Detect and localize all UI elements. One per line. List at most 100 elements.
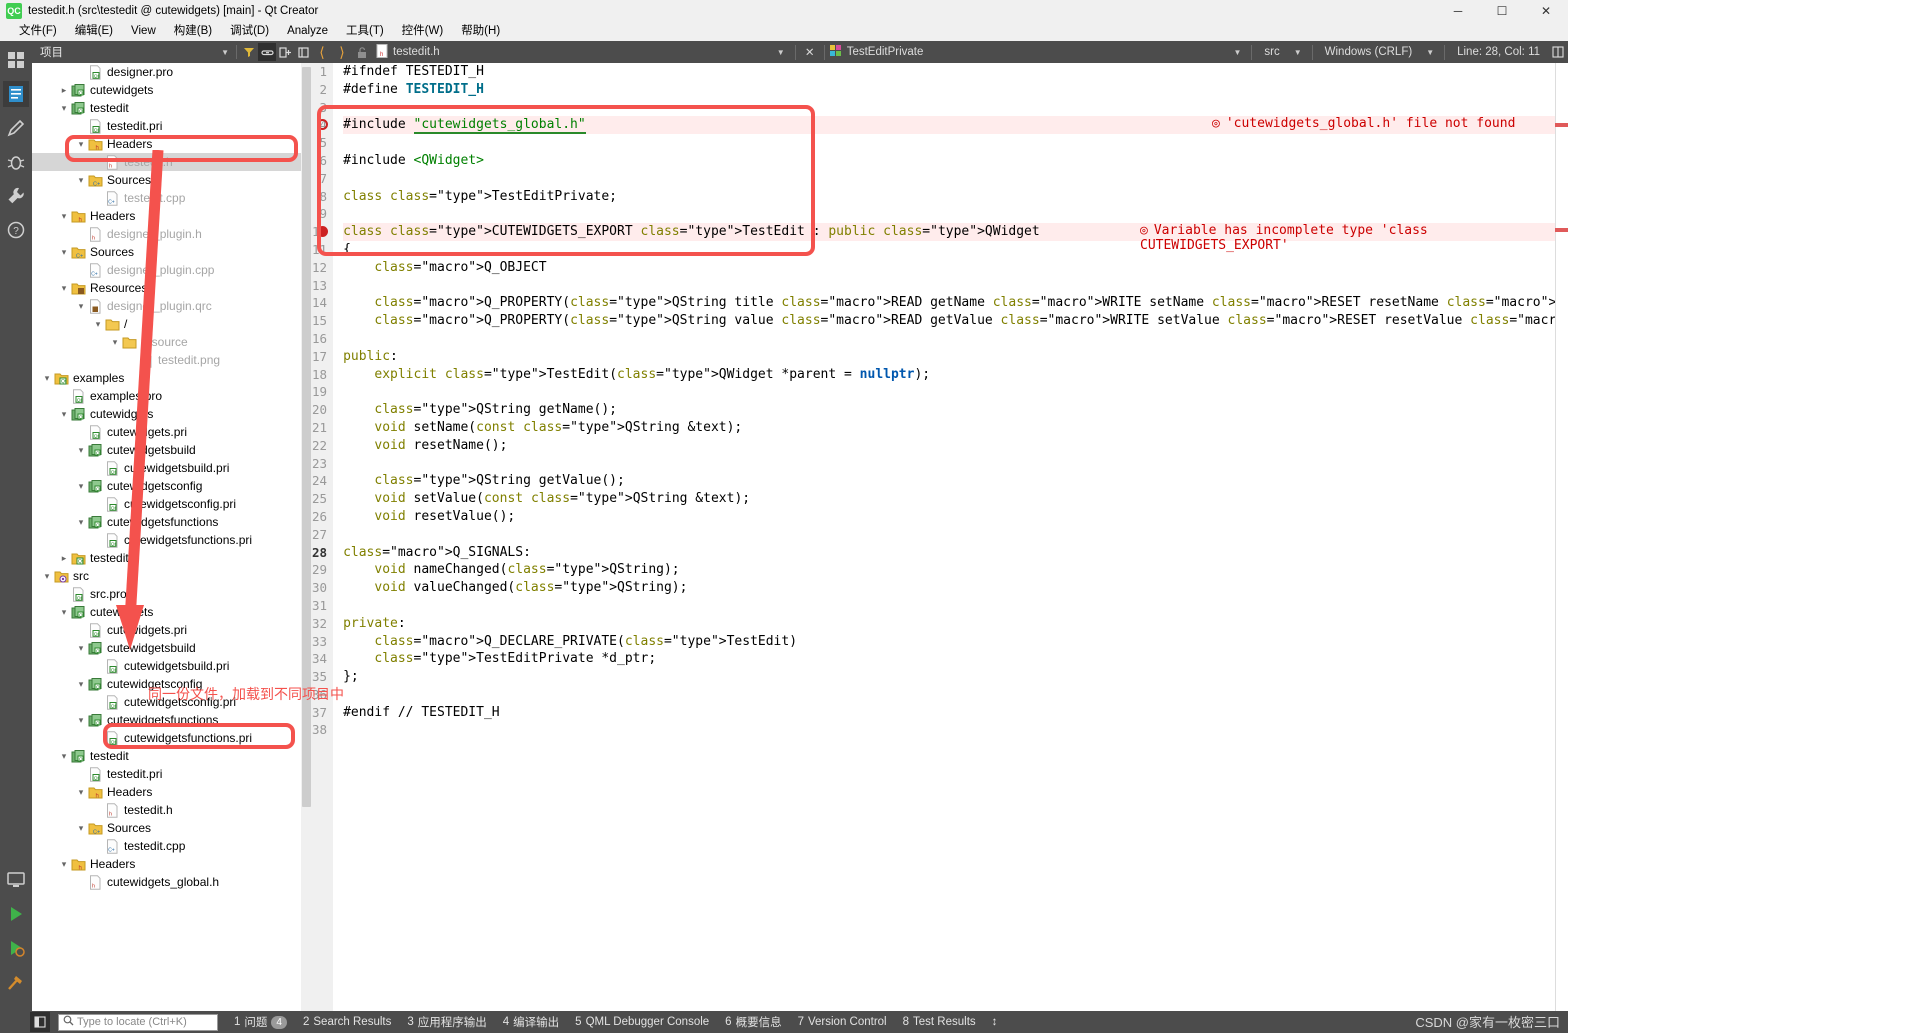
tree-item-cutewidgets-pri[interactable]: Qt cutewidgets.pri — [32, 423, 312, 441]
code-line[interactable] — [343, 277, 1568, 295]
tree-item-designer-pro[interactable]: Qt designer.pro — [32, 63, 312, 81]
code-line[interactable] — [343, 170, 1568, 188]
tree-item-testedit-pri[interactable]: Qt testedit.pri — [32, 117, 312, 135]
chevron-down-icon[interactable]: ▾ — [91, 319, 105, 330]
expand-output-pane-icon[interactable]: ↕ — [992, 1016, 998, 1028]
code-line[interactable]: class class="type">TestEditPrivate; — [343, 188, 1568, 206]
chevron-down-icon[interactable]: ▾ — [57, 283, 71, 294]
tree-item-cutewidgets[interactable]: ▾ Qt cutewidgets — [32, 405, 312, 423]
code-line[interactable]: class="macro">Q_SIGNALS: — [343, 544, 1568, 562]
code-content[interactable]: #ifndef TESTEDIT_H #define TESTEDIT_H #in… — [333, 63, 1568, 1011]
tree-item-testedit-h[interactable]: h testedit.h — [32, 153, 312, 171]
project-tree[interactable]: Qt designer.pro ▸ Qt cutewidgets ▾ Qt testedit Q… — [32, 63, 312, 1011]
output-pane-qml-debugger[interactable]: 5 QML Debugger Console — [575, 1016, 709, 1028]
tree-item-cutewidgetsbuild[interactable]: ▾ Qt cutewidgetsbuild — [32, 639, 312, 657]
tree-item-sources[interactable]: ▾ C+ Sources — [32, 171, 312, 189]
debug-run-button[interactable] — [3, 935, 29, 961]
code-line[interactable]: class="macro">Q_PROPERTY(class="type">QS… — [343, 312, 1568, 330]
code-line[interactable]: void setName(const class="type">QString … — [343, 419, 1568, 437]
build-button[interactable] — [3, 969, 29, 995]
encoding-label[interactable]: Windows (CRLF) — [1317, 46, 1421, 58]
chevron-down-icon[interactable]: ▾ — [74, 481, 88, 492]
output-pane-general-messages[interactable]: 6 概要信息 — [725, 1014, 781, 1030]
tree-item-headers[interactable]: ▾ h Headers — [32, 207, 312, 225]
tree-item-sources[interactable]: ▾ C+ Sources — [32, 819, 312, 837]
tree-item-testedit[interactable]: ▾ Qt testedit — [32, 747, 312, 765]
output-pane-problems[interactable]: 1 问题 4 — [234, 1014, 287, 1030]
menu-edit[interactable]: 编辑(E) — [66, 22, 122, 41]
code-line[interactable] — [343, 721, 1568, 739]
tree-item-cutewidgetsfunctions-pri[interactable]: Qt cutewidgetsfunctions.pri — [32, 729, 312, 747]
menu-help[interactable]: 帮助(H) — [452, 22, 509, 41]
output-pane-compile-output[interactable]: 4 编译输出 — [503, 1014, 559, 1030]
maximize-button[interactable]: ☐ — [1480, 0, 1524, 22]
menu-file[interactable]: 文件(F) — [10, 22, 66, 41]
tree-item-testedit-h[interactable]: h testedit.h — [32, 801, 312, 819]
add-split-icon[interactable] — [276, 43, 294, 61]
close-document-button[interactable]: ✕ — [800, 42, 820, 62]
output-pane-search-results[interactable]: 2 Search Results — [303, 1016, 391, 1028]
editor-overview-bar[interactable] — [1555, 63, 1568, 1011]
chevron-down-icon[interactable]: ▾ — [57, 859, 71, 870]
code-line[interactable] — [343, 383, 1568, 401]
sidebar-item-design[interactable] — [3, 115, 29, 141]
tree-item-cutewidgetsbuild-pri[interactable]: Qt cutewidgetsbuild.pri — [32, 459, 312, 477]
menu-analyze[interactable]: Analyze — [278, 22, 337, 41]
menu-widgets[interactable]: 控件(W) — [393, 22, 453, 41]
code-line[interactable]: #define TESTEDIT_H — [343, 81, 1568, 99]
chevron-right-icon[interactable]: ▸ — [57, 553, 71, 564]
locator-search-box[interactable]: Type to locate (Ctrl+K) — [58, 1013, 218, 1031]
code-line[interactable]: class="macro">Q_PROPERTY(class="type">QS… — [343, 294, 1568, 312]
code-line[interactable]: class="type">TestEditPrivate *d_ptr; — [343, 650, 1568, 668]
chevron-down-icon[interactable]: ▼ — [1420, 48, 1440, 57]
chevron-down-icon[interactable]: ▼ — [1288, 48, 1308, 57]
menu-build[interactable]: 构建(B) — [165, 22, 221, 41]
tree-scrollbar-thumb[interactable] — [302, 67, 311, 807]
tree-item-cutewidgets-global-h[interactable]: h cutewidgets_global.h — [32, 873, 312, 891]
tree-item-src-pro[interactable]: Qt src.pro — [32, 585, 312, 603]
output-pane-version-control[interactable]: 7 Version Control — [798, 1016, 887, 1028]
tree-item-cutewidgets[interactable]: ▸ Qt cutewidgets — [32, 81, 312, 99]
minimize-button[interactable]: ─ — [1436, 0, 1480, 22]
menu-view[interactable]: View — [122, 22, 165, 41]
menu-debug[interactable]: 调试(D) — [221, 22, 278, 41]
chevron-down-icon[interactable]: ▾ — [57, 409, 71, 420]
code-line[interactable] — [343, 526, 1568, 544]
code-editor[interactable]: 1234567891011121314151617181920212223242… — [312, 63, 1568, 1011]
tree-item-headers[interactable]: ▾ h Headers — [32, 783, 312, 801]
filter-icon[interactable] — [240, 43, 258, 61]
unlock-icon[interactable] — [352, 42, 372, 62]
tree-item-headers[interactable]: ▾ h Headers — [32, 135, 312, 153]
sidebar-item-welcome[interactable] — [3, 47, 29, 73]
code-line[interactable]: #ifndef TESTEDIT_H — [343, 63, 1568, 81]
chevron-down-icon[interactable]: ▾ — [108, 337, 122, 348]
tree-item-designer-plugin-h[interactable]: h designer_plugin.h — [32, 225, 312, 243]
tree-item-testedit-cpp[interactable]: C+ testedit.cpp — [32, 189, 312, 207]
tree-item-cutewidgetsfunctions[interactable]: ▾ Qt cutewidgetsfunctions — [32, 513, 312, 531]
code-line[interactable]: void nameChanged(class="type">QString); — [343, 561, 1568, 579]
run-button[interactable] — [3, 901, 29, 927]
tree-item-src[interactable]: ▾ src — [32, 567, 312, 585]
tree-item-testedit[interactable]: ▾ Qt testedit — [32, 99, 312, 117]
back-arrow-icon[interactable]: ⟨ — [312, 42, 332, 62]
collapse-icon[interactable] — [294, 43, 312, 61]
kit-selector-button[interactable] — [3, 867, 29, 893]
code-line[interactable] — [343, 134, 1568, 152]
tree-item-resource[interactable]: ▾ resource — [32, 333, 312, 351]
tree-item-cutewidgetsconfig[interactable]: ▾ Qt cutewidgetsconfig — [32, 675, 312, 693]
sidebar-item-edit[interactable] — [3, 81, 29, 107]
chevron-down-icon[interactable]: ▾ — [74, 679, 88, 690]
output-pane-app-output[interactable]: 3 应用程序输出 — [407, 1014, 486, 1030]
tree-item-cutewidgetsbuild-pri[interactable]: Qt cutewidgetsbuild.pri — [32, 657, 312, 675]
tree-item--[interactable]: ▾ / — [32, 315, 312, 333]
menu-tools[interactable]: 工具(T) — [337, 22, 393, 41]
tree-item-testedit-pri[interactable]: Qt testedit.pri — [32, 765, 312, 783]
tree-item-examples[interactable]: ▾ Qt examples — [32, 369, 312, 387]
tree-item-cutewidgetsconfig-pri[interactable]: Qt cutewidgetsconfig.pri — [32, 495, 312, 513]
chevron-down-icon[interactable]: ▾ — [40, 373, 54, 384]
chevron-down-icon[interactable]: ▾ — [40, 571, 54, 582]
chevron-down-icon[interactable]: ▾ — [74, 139, 88, 150]
chevron-down-icon[interactable]: ▾ — [74, 301, 88, 312]
code-line[interactable]: class="macro">Q_DECLARE_PRIVATE(class="t… — [343, 633, 1568, 651]
chevron-down-icon[interactable]: ▼ — [771, 48, 791, 57]
